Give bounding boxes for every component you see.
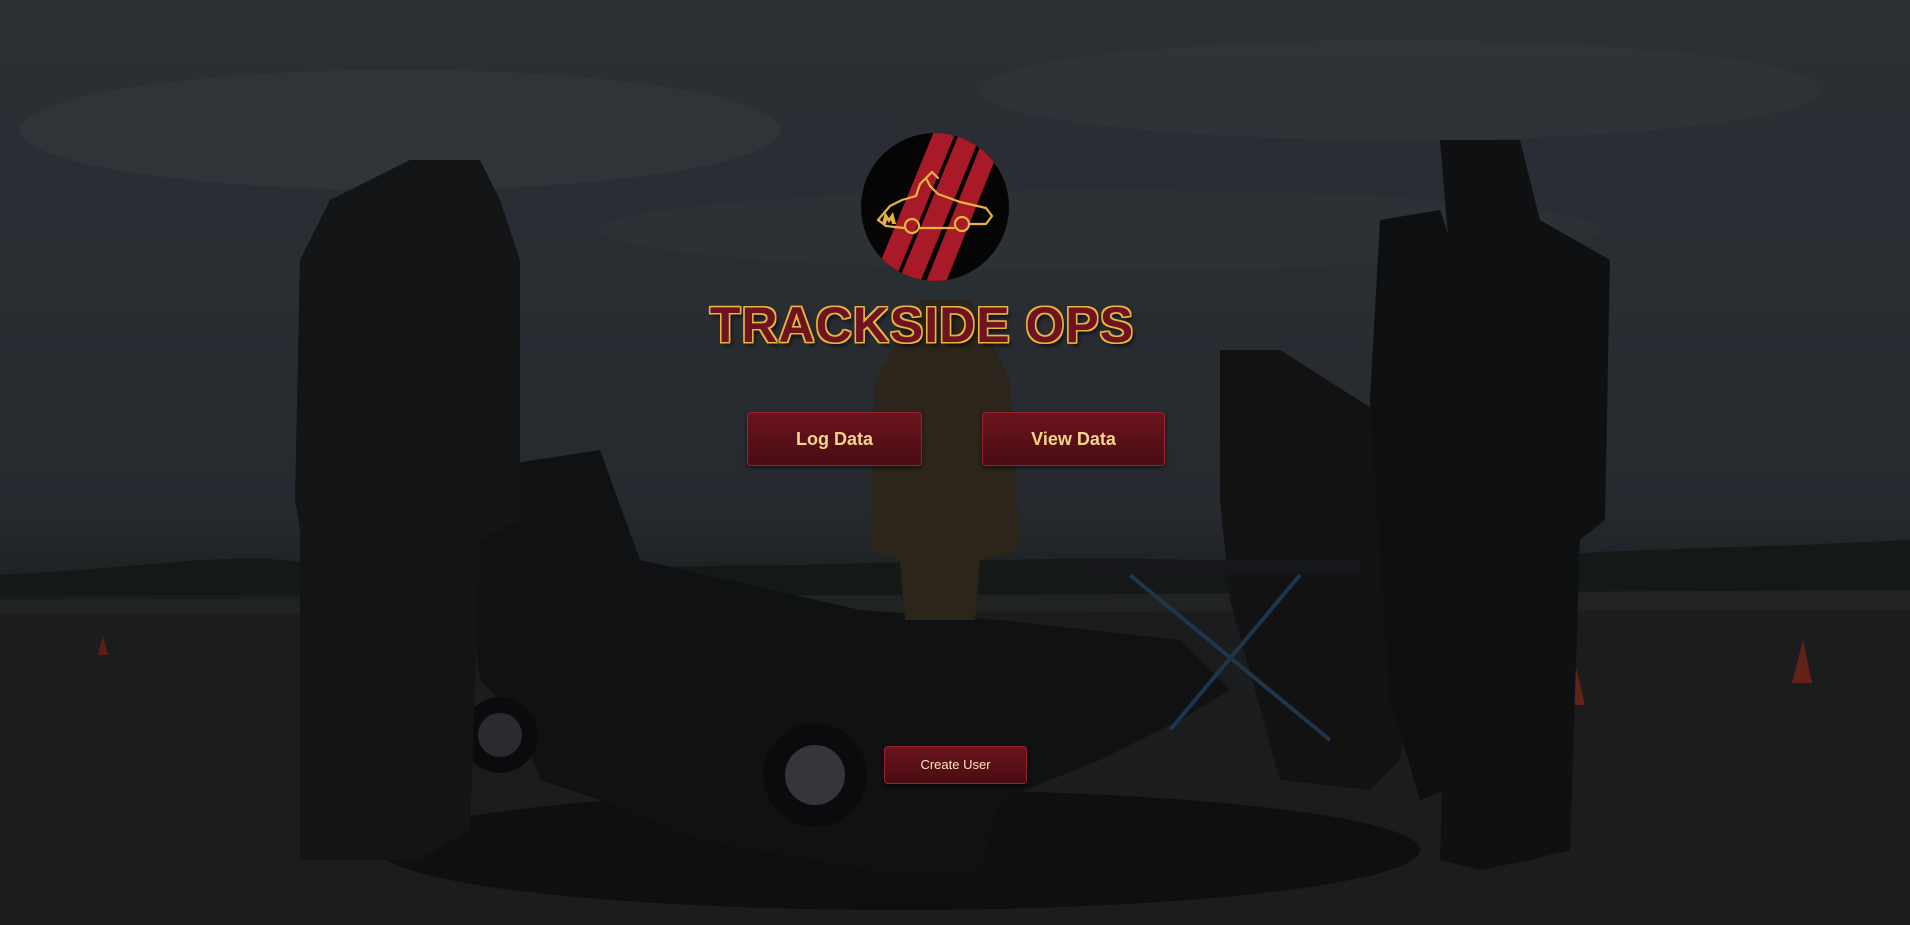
view-data-button[interactable]: View Data: [982, 412, 1165, 466]
create-user-button[interactable]: Create User: [884, 746, 1027, 784]
app-title: TRACKSIDE OPS: [709, 297, 1135, 353]
log-data-button[interactable]: Log Data: [747, 412, 922, 466]
landing-page: TRACKSIDE OPS Log Data View Data Create …: [0, 0, 1910, 925]
racecar-logo-icon: [861, 133, 1009, 281]
